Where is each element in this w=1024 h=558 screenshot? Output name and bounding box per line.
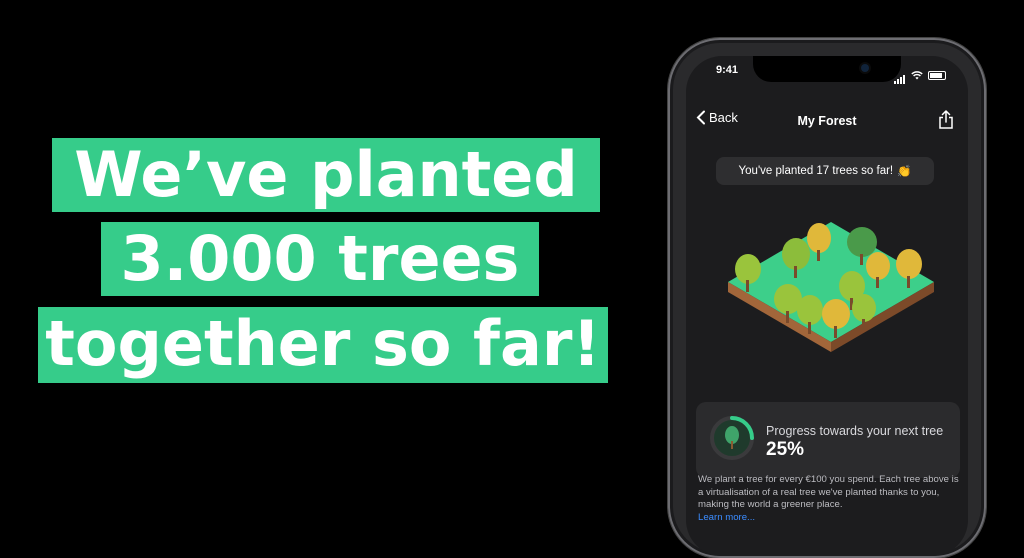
headline-line-2: 3.000 trees: [101, 222, 539, 296]
share-icon: [939, 109, 953, 129]
page-title: My Forest: [797, 114, 857, 128]
headline-line-3: together so far!: [38, 307, 608, 383]
status-time: 9:41: [716, 64, 739, 76]
phone-screen: 9:41 Back My Forest You've planted 17 tr…: [686, 56, 968, 556]
clapping-hands-icon: 👏: [897, 166, 912, 178]
nav-bar: Back My Forest: [686, 108, 968, 132]
headline-line-1: We’ve planted: [52, 138, 600, 212]
progress-value: 25%: [766, 439, 805, 460]
tree-progress-ring: [710, 416, 754, 460]
share-button[interactable]: [938, 109, 954, 134]
status-bar-icons: [894, 66, 946, 84]
info-text: We plant a tree for every €100 you spend…: [698, 474, 959, 510]
signal-icon: [894, 66, 906, 84]
next-tree-progress-card: Progress towards your next tree 25%: [696, 402, 960, 478]
phone-mockup: 9:41 Back My Forest You've planted 17 tr…: [668, 38, 986, 558]
forest-illustration: [728, 222, 934, 352]
wifi-icon: [911, 70, 923, 79]
battery-icon: [928, 70, 946, 80]
trees-planted-summary: You've planted 17 trees so far! 👏: [716, 157, 934, 185]
phone-notch: [753, 56, 901, 82]
progress-label: Progress towards your next tree: [766, 424, 944, 438]
info-text-block: We plant a tree for every €100 you spend…: [698, 474, 960, 524]
camera-icon: [861, 64, 869, 72]
learn-more-link[interactable]: Learn more...: [698, 512, 960, 525]
summary-text: You've planted 17 trees so far!: [738, 165, 894, 177]
